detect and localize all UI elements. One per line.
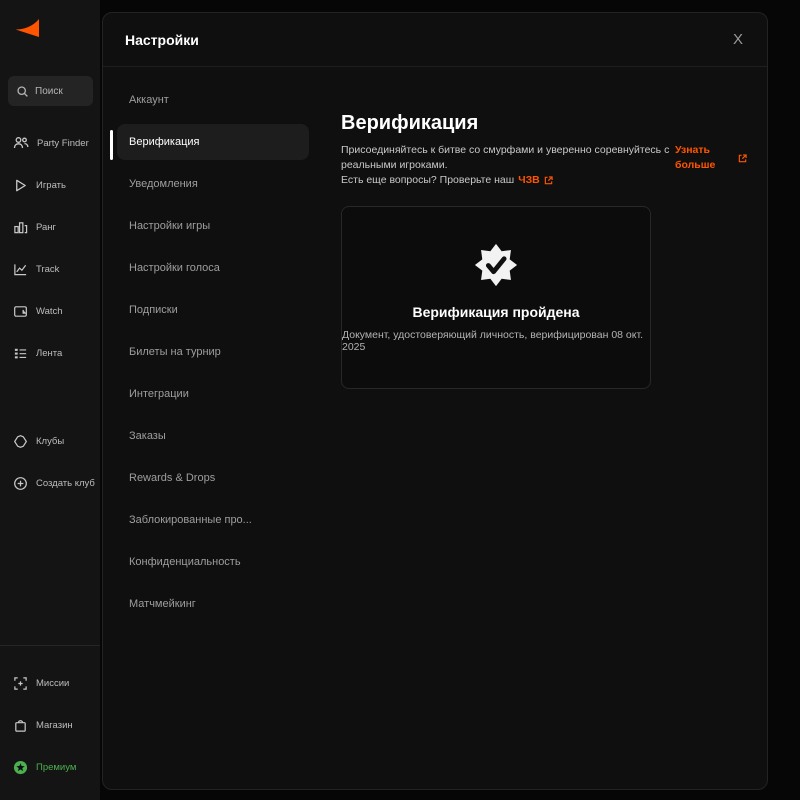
sidebar-item-watch[interactable]: Watch bbox=[0, 290, 100, 332]
search-input[interactable]: Поиск bbox=[8, 76, 93, 106]
settings-tab-account[interactable]: Аккаунт bbox=[117, 82, 309, 118]
faq-link[interactable]: ЧЗВ bbox=[518, 173, 540, 188]
sidebar-item-play[interactable]: Играть bbox=[0, 164, 100, 206]
sidebar-item-label: Лента bbox=[36, 348, 62, 359]
sidebar-item-label: Создать клуб bbox=[36, 478, 95, 489]
sidebar-clubs-group: Клубы Создать клуб bbox=[0, 420, 100, 504]
settings-tab-blocked-profiles[interactable]: Заблокированные про... bbox=[117, 502, 309, 538]
missions-crosshair-icon bbox=[13, 676, 28, 691]
left-sidebar: Поиск Party Finder Играть bbox=[0, 0, 100, 800]
sidebar-item-label: Миссии bbox=[36, 678, 69, 689]
sidebar-item-label: Watch bbox=[36, 306, 63, 317]
sidebar-item-label: Party Finder bbox=[37, 138, 89, 149]
settings-modal-body: Аккаунт Верификация Уведомления Настройк… bbox=[103, 67, 767, 789]
sidebar-item-label: Играть bbox=[36, 180, 66, 191]
external-link-icon bbox=[544, 176, 553, 185]
settings-tab-verification[interactable]: Верификация bbox=[117, 124, 309, 160]
search-placeholder: Поиск bbox=[35, 86, 63, 97]
settings-tab-privacy[interactable]: Конфиденциальность bbox=[117, 544, 309, 580]
verification-panel: Верификация Присоединяйтесь к битве со с… bbox=[339, 67, 767, 789]
settings-tab-voice-settings[interactable]: Настройки голоса bbox=[117, 250, 309, 286]
verification-status-title: Верификация пройдена bbox=[412, 304, 579, 320]
intro-text: Присоединяйтесь к битве со смурфами и ув… bbox=[341, 143, 671, 173]
party-finder-icon bbox=[13, 135, 29, 151]
sidebar-bottom-group: Миссии Магазин Премиум bbox=[0, 662, 100, 788]
faceit-logo-icon[interactable] bbox=[14, 16, 40, 42]
verified-badge-icon bbox=[473, 242, 519, 288]
clubs-badge-icon bbox=[13, 434, 28, 449]
learn-more-link[interactable]: Узнать больше bbox=[675, 143, 734, 173]
verification-description: Присоединяйтесь к битве со смурфами и ув… bbox=[341, 143, 747, 188]
settings-tab-integrations[interactable]: Интеграции bbox=[117, 376, 309, 412]
settings-modal: Настройки X Аккаунт Верификация Уведомле… bbox=[102, 12, 768, 790]
selected-indicator bbox=[110, 130, 113, 160]
premium-badge-icon bbox=[13, 760, 28, 775]
sidebar-item-label: Ранг bbox=[36, 222, 56, 233]
sidebar-item-rank[interactable]: Ранг bbox=[0, 206, 100, 248]
sidebar-item-label: Магазин bbox=[36, 720, 73, 731]
sidebar-item-create-club[interactable]: Создать клуб bbox=[0, 462, 100, 504]
faq-text: Есть еще вопросы? Проверьте наш bbox=[341, 173, 514, 188]
sidebar-item-label: Клубы bbox=[36, 436, 64, 447]
settings-tab-subscriptions[interactable]: Подписки bbox=[117, 292, 309, 328]
settings-tab-game-settings[interactable]: Настройки игры bbox=[117, 208, 309, 244]
shop-bag-icon bbox=[13, 718, 28, 733]
sidebar-item-party-finder[interactable]: Party Finder bbox=[0, 122, 100, 164]
settings-tab-tournament-tickets[interactable]: Билеты на турнир bbox=[117, 334, 309, 370]
verification-status-subtitle: Документ, удостоверяющий личность, вериф… bbox=[342, 329, 650, 353]
sidebar-item-shop[interactable]: Магазин bbox=[0, 704, 100, 746]
sidebar-item-premium[interactable]: Премиум bbox=[0, 746, 100, 788]
verification-status-card: Верификация пройдена Документ, удостовер… bbox=[341, 206, 651, 389]
settings-tab-orders[interactable]: Заказы bbox=[117, 418, 309, 454]
external-link-icon bbox=[738, 154, 747, 163]
rank-bars-icon bbox=[13, 220, 28, 235]
sidebar-item-label: Премиум bbox=[36, 762, 76, 773]
modal-title: Настройки bbox=[125, 32, 199, 48]
play-icon bbox=[13, 178, 28, 193]
sidebar-item-track[interactable]: Track bbox=[0, 248, 100, 290]
sidebar-item-clubs[interactable]: Клубы bbox=[0, 420, 100, 462]
settings-tab-notifications[interactable]: Уведомления bbox=[117, 166, 309, 202]
track-chart-icon bbox=[13, 262, 28, 277]
page-title: Верификация bbox=[341, 111, 747, 135]
settings-tab-rewards-drops[interactable]: Rewards & Drops bbox=[117, 460, 309, 496]
plus-circle-icon bbox=[13, 476, 28, 491]
close-icon[interactable]: X bbox=[725, 27, 751, 53]
settings-nav: Аккаунт Верификация Уведомления Настройк… bbox=[103, 67, 339, 789]
search-icon bbox=[16, 85, 29, 98]
feed-list-icon bbox=[13, 346, 28, 361]
sidebar-item-feed[interactable]: Лента bbox=[0, 332, 100, 374]
sidebar-nav: Party Finder Играть Ранг bbox=[0, 122, 100, 374]
settings-tab-matchmaking[interactable]: Матчмейкинг bbox=[117, 586, 309, 622]
watch-icon bbox=[13, 304, 28, 319]
sidebar-item-label: Track bbox=[36, 264, 59, 275]
settings-modal-header: Настройки X bbox=[103, 13, 767, 67]
sidebar-item-missions[interactable]: Миссии bbox=[0, 662, 100, 704]
sidebar-divider bbox=[0, 645, 100, 646]
right-rail: VS 1 bbox=[770, 0, 800, 800]
